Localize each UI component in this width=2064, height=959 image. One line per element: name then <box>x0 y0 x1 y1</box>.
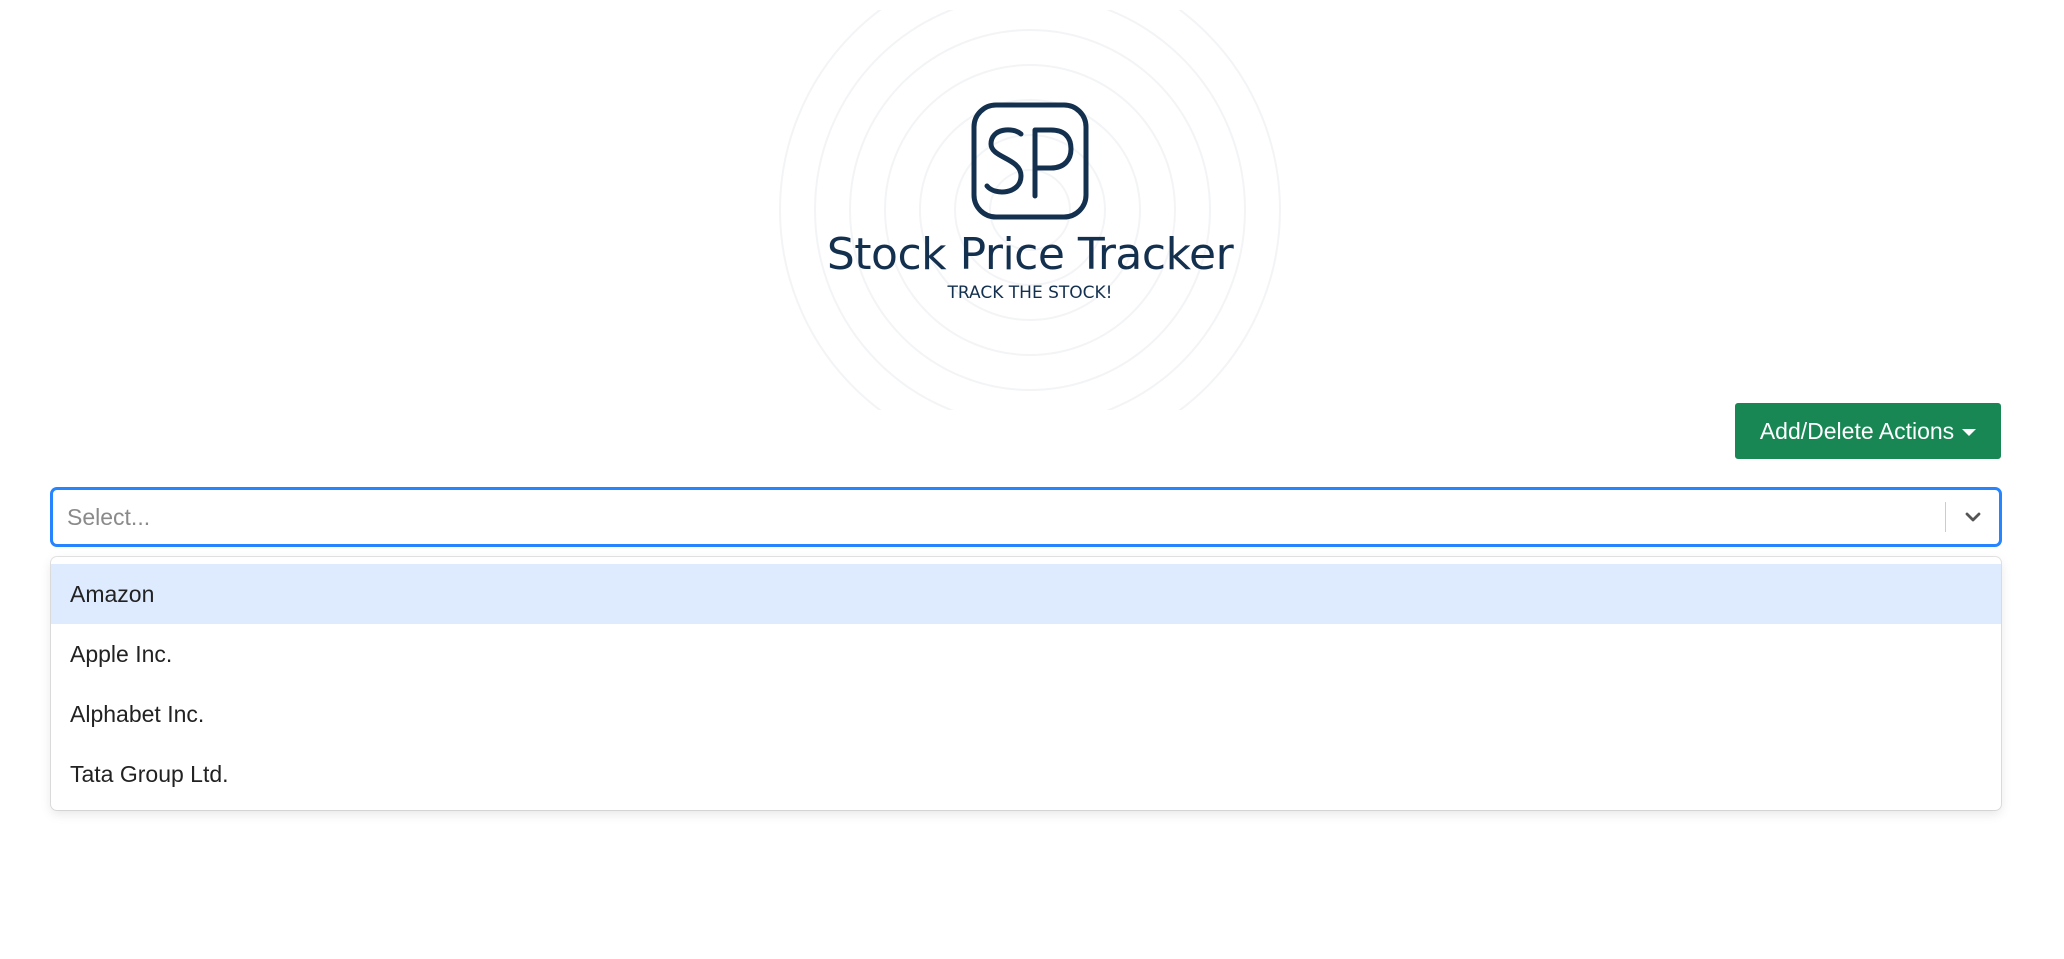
option-tata-group-ltd[interactable]: Tata Group Ltd. <box>51 744 2001 804</box>
chevron-down-icon[interactable] <box>1953 500 1993 534</box>
stock-select[interactable] <box>51 488 2001 546</box>
stock-select-input[interactable] <box>67 490 1927 544</box>
select-separator <box>1945 502 1946 532</box>
logo-monogram-icon <box>971 102 1089 220</box>
page: Stock Price Tracker TRACK THE STOCK! Add… <box>0 0 2064 959</box>
option-amazon[interactable]: Amazon <box>51 564 2001 624</box>
add-delete-actions-button[interactable]: Add/Delete Actions <box>1735 403 2001 459</box>
stock-select-menu: Amazon Apple Inc. Alphabet Inc. Tata Gro… <box>51 557 2001 810</box>
app-title: Stock Price Tracker <box>826 229 1234 280</box>
option-apple-inc[interactable]: Apple Inc. <box>51 624 2001 684</box>
add-delete-actions-label: Add/Delete Actions <box>1759 417 1955 444</box>
option-alphabet-inc[interactable]: Alphabet Inc. <box>51 684 2001 744</box>
caret-down-icon <box>1962 428 1977 436</box>
logo: Stock Price Tracker TRACK THE STOCK! <box>740 10 1320 410</box>
app-tagline: TRACK THE STOCK! <box>947 283 1113 303</box>
